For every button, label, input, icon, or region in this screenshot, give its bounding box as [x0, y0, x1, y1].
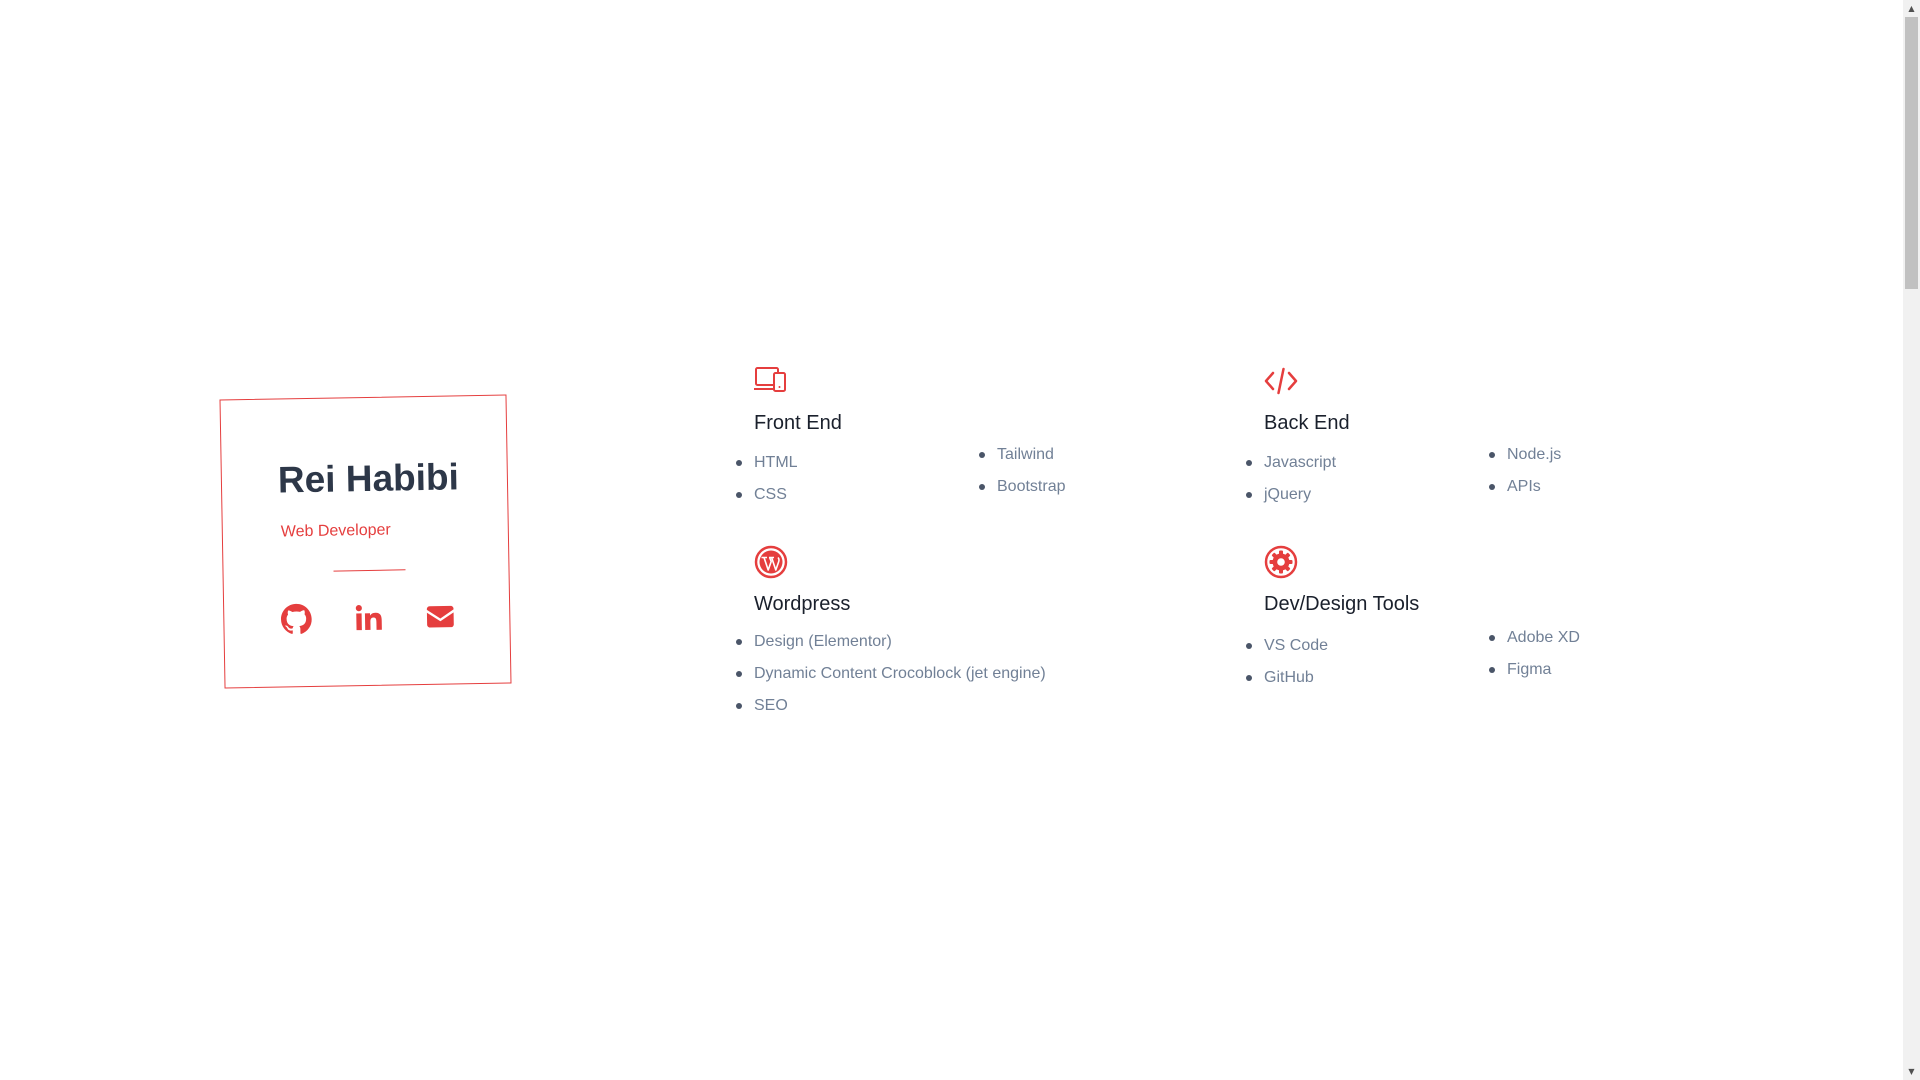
- front-end-list-2: Tailwind Bootstrap: [978, 445, 1065, 509]
- scroll-down-arrow-icon[interactable]: ▼: [1903, 1063, 1920, 1080]
- list-item: GitHub: [1245, 668, 1328, 700]
- tools-list-1: VS Code GitHub: [1245, 636, 1328, 700]
- vertical-scrollbar[interactable]: ▲ ▼: [1903, 0, 1920, 1080]
- list-item: Javascript: [1245, 453, 1336, 485]
- list-item: Bootstrap: [978, 477, 1065, 509]
- envelope-icon: [426, 605, 454, 628]
- skill-title: Back End: [1264, 412, 1350, 434]
- list-item: APIs: [1488, 477, 1561, 509]
- scroll-up-arrow-icon[interactable]: ▲: [1903, 0, 1920, 17]
- list-item: Node.js: [1488, 445, 1561, 477]
- list-item: jQuery: [1245, 485, 1336, 517]
- skill-title: Dev/Design Tools: [1264, 593, 1420, 615]
- list-item: Adobe XD: [1489, 628, 1580, 660]
- profile-card: Rei Habibi Web Developer: [219, 394, 512, 689]
- list-item: Design (Elementor): [736, 632, 1046, 664]
- scroll-thumb[interactable]: [1905, 17, 1918, 289]
- tools-list-2: Adobe XD Figma: [1489, 628, 1580, 692]
- front-end-list-1: HTML CSS: [736, 453, 798, 517]
- skill-title: Front End: [754, 412, 842, 434]
- list-item: HTML: [736, 453, 798, 485]
- linkedin-link[interactable]: [352, 602, 385, 635]
- skill-title: Wordpress: [754, 593, 851, 615]
- list-item: Dynamic Content Crocoblock (jet engine): [736, 664, 1046, 696]
- list-item: CSS: [736, 485, 798, 517]
- email-link[interactable]: [424, 600, 457, 633]
- gear-icon: [1264, 545, 1298, 579]
- page: Rei Habibi Web Developer Front End HTML …: [0, 0, 1920, 1080]
- back-end-list-2: Node.js APIs: [1488, 445, 1561, 509]
- wordpress-list: Design (Elementor) Dynamic Content Croco…: [736, 632, 1046, 728]
- github-link[interactable]: [280, 603, 313, 636]
- github-icon: [281, 603, 312, 634]
- profile-divider: [333, 569, 406, 572]
- code-icon: [1264, 364, 1298, 398]
- back-end-list-1: Javascript jQuery: [1245, 453, 1336, 517]
- profile-role: Web Developer: [280, 521, 391, 541]
- wordpress-icon: [754, 545, 788, 579]
- social-links: [280, 600, 457, 635]
- list-item: Tailwind: [978, 445, 1065, 477]
- list-item: Figma: [1489, 660, 1580, 692]
- list-item: SEO: [736, 696, 1046, 728]
- linkedin-icon: [355, 605, 382, 631]
- list-item: VS Code: [1245, 636, 1328, 668]
- profile-name: Rei Habibi: [277, 456, 460, 501]
- devices-icon: [754, 364, 788, 398]
